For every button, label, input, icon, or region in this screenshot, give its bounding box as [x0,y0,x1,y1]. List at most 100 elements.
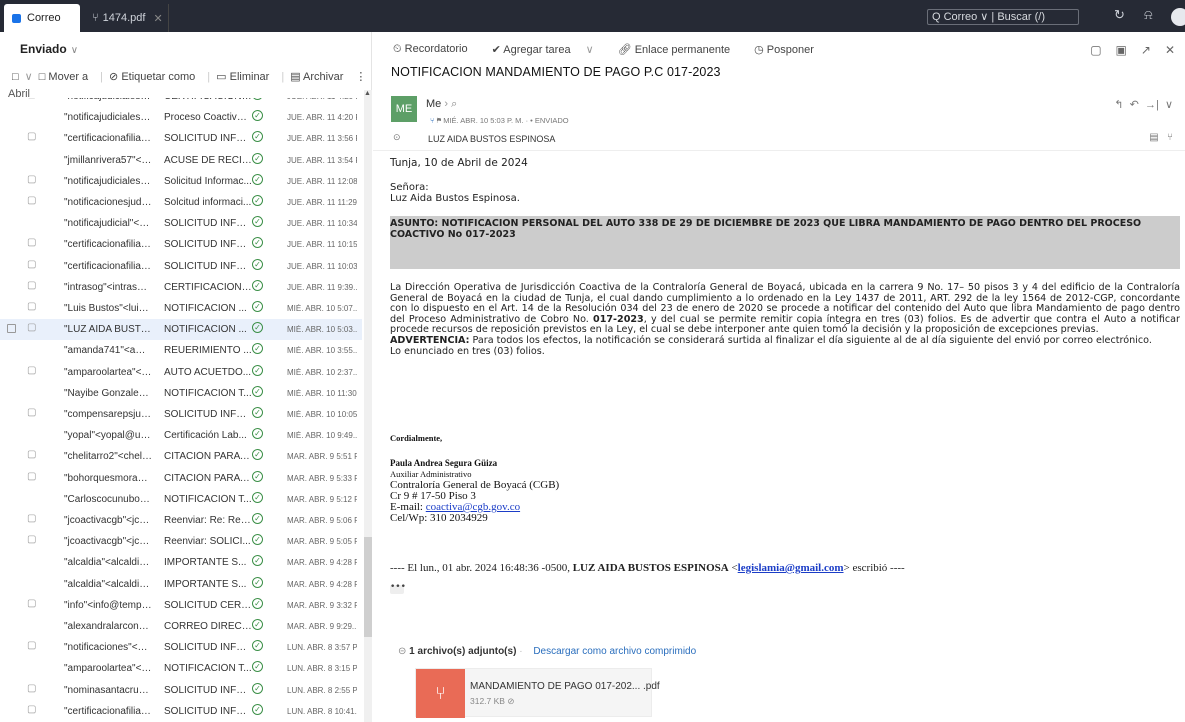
row-subject: AUTO ACUETDO... [164,366,252,378]
list-item[interactable]: "alcaldia"<alcaldia@... IMPORTANTE S... ✓ M… [0,552,362,573]
scroll-up-icon[interactable]: ▲ [364,90,371,97]
list-item[interactable]: ▢ "Luis Bustos"<luisesi... NOTIFICACION ..… [0,298,362,319]
tag-button[interactable]: ⊘ Etiquetar como [109,70,201,83]
list-item[interactable]: ▢ "certificacionafiliaci... SOLICITUD INFO… [0,701,362,722]
permalink-label: Enlace permanente [634,44,731,56]
list-item[interactable]: "Nayibe Gonzalez Di... NOTIFICACIÓN T...✓… [0,383,362,404]
list-item[interactable]: ▢ "notificajudiciales"<... Solicitud Infor… [0,171,362,192]
recipient: LUZ AIDA BUSTOS ESPINOSA [428,134,556,144]
sender-name[interactable]: Me › ⌕ [426,98,457,111]
row-sender: "jcoactivacgb"<jcoac... [64,536,152,548]
message-meta: ⑂ ⚑ MIÉ. ABR. 10 5:03 P. M. · • ENVIADO [430,116,569,125]
signature: Cordialmente, Paula Andrea Segura Güiza … [390,433,559,524]
top-bar: Correo ⑂ 1474.pdf ✕ Q Correo ∨ | Buscar … [0,0,1185,32]
divider: · [519,646,523,657]
close-icon[interactable]: ✕ [1165,43,1175,57]
flag-icon[interactable]: ⚑ [437,116,442,125]
permalink-button[interactable]: 🔗︎ Enlace permanente [618,43,742,56]
list-item[interactable]: "yopal"<yopal@unir... Certificación Lab..… [0,425,362,446]
attachment-card[interactable]: ⑂ MANDAMIENTO DE PAGO 017-202... .pdf 31… [415,668,660,718]
row-date: MAR. ABR. 9 9:29... [287,622,357,631]
search-icon[interactable]: ⌕ [451,98,457,110]
folder-title[interactable]: Enviado ∨ [20,42,78,56]
list-item[interactable]: ▢ "notificacionesjudici... Solcitud inform… [0,192,362,213]
comment-icon: ▢ [27,703,37,715]
tab-pdf[interactable]: ⑂ 1474.pdf ✕ [84,4,169,32]
task-button[interactable]: ✔ Agregar tarea ∨ [492,43,606,56]
list-item[interactable]: ▢ "jcoactivacgb"<jcoac... Reenviar: SOLICI… [0,531,362,552]
move-button[interactable]: □ Mover a [39,71,94,83]
row-subject: REUERIMIENTO ... [164,345,252,357]
list-item[interactable]: "notificajudiciales"<... Proceso Coactivo… [0,107,362,128]
list-item[interactable]: ▢ "nominasantacruz"<... SOLICITUD INFO... ✓… [0,680,362,701]
chat-icon[interactable]: ▢ [1090,43,1101,57]
quote-prefix: ---- El lun., 01 abr. 2024 16:48:36 -050… [390,562,573,574]
list-item[interactable]: ▢ "notificaciones"<not... SOLICITUD INFO..… [0,637,362,658]
mail-icon [12,13,21,23]
chevron-down-icon[interactable]: ∨ [1165,99,1173,111]
tab-pdf-label: 1474.pdf [102,12,146,24]
row-date: MIÉ. ABR. 10 5:03... [287,325,357,335]
reply-all-icon[interactable]: ↶ [1130,99,1139,111]
link-icon[interactable]: ⊘ [507,696,514,706]
postpone-button[interactable]: ◷ Posponer [754,43,826,56]
list-item[interactable]: ▢ "amparoolartea"<am... AUTO ACUETDO...✓ MI… [0,362,362,383]
list-item[interactable]: "amanda741"<aman... REUERIMIENTO ...✓ MIÉ.… [0,340,362,361]
expand-recipients-icon[interactable]: ⊙ [393,132,401,143]
list-item[interactable]: ▢ "intrasog"<intrasog... CERTIFICACION ...… [0,277,362,298]
list-item[interactable]: ▢ "certificacionafiliaci... SOLICITUD INFO… [0,128,362,149]
download-zip-link[interactable]: Descargar como archivo comprimido [533,646,696,657]
user-avatar[interactable] [1171,8,1185,26]
comment-icon: ▢ [27,407,37,418]
list-item[interactable]: "jmillanrivera57"<jm... ACUSE DE RECIB...… [0,150,362,171]
chevron-down-icon[interactable]: ∨ [25,70,33,83]
archive-button[interactable]: ▤ Archivar [290,70,349,83]
delete-button[interactable]: ▭ Eliminar [216,70,275,83]
row-subject: NOTIFICACION ... [164,303,247,314]
list-item[interactable]: ▢ "info"<info@tempor... SOLICITUD CERT... ✓… [0,595,362,616]
list-item[interactable]: "alcaldia"<alcaldia@... IMPORTANTE S... ✓ M… [0,574,362,595]
list-item[interactable]: "amparoolartea"<am... NOTIFICACIÓN T...✓ L… [0,658,362,679]
search-input[interactable]: Q Correo ∨ | Buscar (/) [927,9,1079,25]
row-date: MAR. ABR. 9 5:12 P... [287,494,357,504]
list-item[interactable]: "notificajudicial"<no... SOLICITUD INFO..… [0,213,362,234]
reminder-button[interactable]: ⏲ Recordatorio [393,43,480,56]
row-checkbox[interactable] [7,324,16,334]
scroll-thumb[interactable] [364,537,372,637]
sync-icon[interactable]: ↻ [1114,7,1125,23]
close-tab-icon[interactable]: ✕ [153,12,162,25]
reply-icon[interactable]: ↰ [1114,99,1123,111]
row-subject: SOLICITUD INFO... [164,409,252,420]
list-scrollbar[interactable]: ▲ [364,90,372,722]
translate-icon[interactable]: ▤ [1149,132,1158,143]
task-label: Agregar tarea [503,44,571,56]
popout-icon[interactable]: ▣ [1116,43,1127,57]
list-item[interactable]: ▢ "bohorquesmora78"... CITACIÓN PARA N... ✓… [0,468,362,489]
row-date: JUE. ABR. 11 10:03... [287,261,357,271]
row-sender: "intrasog"<intrasog... [64,281,152,293]
list-item[interactable]: ▢ "notificajudiciales"<... CERTIFICACION .… [0,98,362,107]
comment-icon: ▢ [27,237,37,249]
tab-mail[interactable]: Correo [4,4,80,32]
expand-icon[interactable]: ↗ [1141,43,1151,57]
row-subject: ACUSE DE RECIB... [164,154,252,166]
list-item[interactable]: ▢ "compensarepsjuridi... SOLICITUD INFO...… [0,404,362,425]
list-item[interactable]: ▢ "chelitarro2"<chelita... CITACIÓN PARA N… [0,446,362,467]
share-icon[interactable]: ⑂ [1167,132,1173,143]
collapse-icon[interactable]: ⊝ [398,646,406,657]
row-date: JUE. ABR. 11 3:56 P... [287,134,357,144]
list-item[interactable]: "Carloscocunubo"<c... NOTIFICACIÓN T...✓ M… [0,489,362,510]
list-item[interactable]: ▢ "certificacionafiliaci... SOLICITUD INFO… [0,234,362,255]
select-all-checkbox[interactable]: □ [12,71,19,83]
list-item[interactable]: ▢ "certificacionafiliaci... SOLICITUD INFO… [0,256,362,277]
show-quoted-button[interactable]: ••• [390,583,406,594]
list-item[interactable]: "alexandralarcon"<al... CORREO DIRECCI...… [0,616,362,637]
row-subject: SOLICITUD INFO... [164,642,252,654]
more-icon[interactable]: ⋮ [355,70,366,83]
bell-icon[interactable]: ⍾ [1144,7,1153,23]
forward-icon[interactable]: →| [1145,99,1159,111]
row-date: JUE. ABR. 11 4:20 P... [287,98,357,101]
quote-email-link[interactable]: legislamia@gmail.com [738,562,844,574]
list-item[interactable]: ▢ "LUZ AIDA BUSTOS... NOTIFICACION ... ✓ MIÉ… [0,319,362,341]
list-item[interactable]: ▢ "jcoactivacgb"<jcoac... Reenviar: Re: Re… [0,510,362,531]
